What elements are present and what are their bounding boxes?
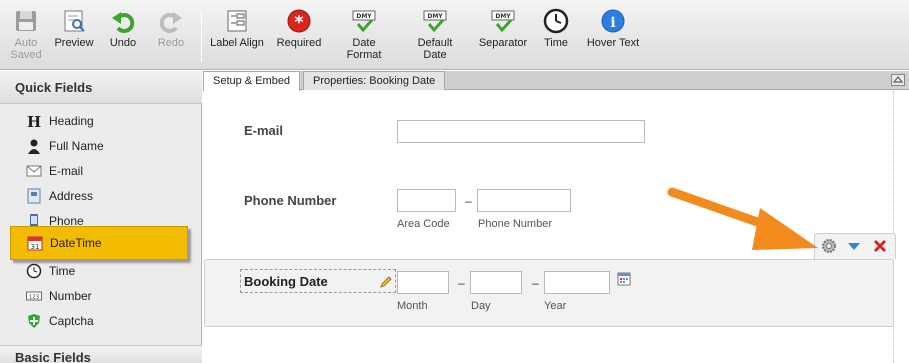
svg-text:*: * xyxy=(294,12,304,33)
address-icon xyxy=(27,188,41,204)
separator-label: Separator xyxy=(478,37,528,49)
sidebar-item-number[interactable]: 123 Number xyxy=(26,286,92,306)
undo-icon xyxy=(112,12,135,33)
redo-button[interactable]: Redo xyxy=(154,8,188,49)
sidebar-item-time[interactable]: Time xyxy=(26,261,75,281)
date-format-button[interactable]: DMY Date Format xyxy=(343,8,385,61)
time-button[interactable]: Time xyxy=(541,8,571,49)
required-asterisk-icon: * xyxy=(287,9,311,33)
svg-text:H: H xyxy=(27,113,41,129)
heading-icon: H xyxy=(27,113,41,129)
basic-fields-title: Basic Fields xyxy=(0,345,202,363)
phone-number-label: Phone Number xyxy=(244,193,337,208)
required-label: Required xyxy=(276,37,322,49)
date-dash-1: – xyxy=(458,276,465,290)
dmy-check-icon: DMY xyxy=(491,10,515,33)
month-sublabel: Month xyxy=(397,300,428,312)
number-icon: 123 xyxy=(26,291,42,301)
auto-saved-button[interactable]: Auto Saved xyxy=(9,8,43,61)
info-icon: i xyxy=(601,9,625,33)
auto-saved-label: Auto Saved xyxy=(10,37,42,61)
label-align-button[interactable]: Label Align xyxy=(209,8,265,49)
email-field[interactable] xyxy=(397,120,645,143)
separator-button[interactable]: DMY Separator xyxy=(477,8,529,49)
toolbar-divider xyxy=(201,10,202,62)
phone-number-sublabel: Phone Number xyxy=(478,218,552,230)
calendar-icon[interactable] xyxy=(617,272,631,286)
dmy-check-icon: DMY xyxy=(423,10,447,33)
sidebar-item-label: Number xyxy=(49,289,92,303)
preview-icon xyxy=(64,10,85,32)
close-icon[interactable] xyxy=(872,238,888,254)
hover-text-label: Hover Text xyxy=(586,37,640,49)
svg-text:31: 31 xyxy=(31,243,40,251)
sidebar-item-address[interactable]: Address xyxy=(26,186,93,206)
svg-text:123: 123 xyxy=(29,295,40,301)
sidebar-item-label: Address xyxy=(49,189,94,203)
dmy-check-icon: DMY xyxy=(352,10,376,33)
sidebar-item-label: Time xyxy=(49,264,76,278)
date-format-label: Date Format xyxy=(346,37,382,61)
save-disk-icon xyxy=(16,11,36,31)
chevron-down-icon[interactable] xyxy=(846,238,862,254)
sidebar-item-label: Captcha xyxy=(49,314,94,328)
clock-icon xyxy=(26,263,42,279)
hover-text-button[interactable]: i Hover Text xyxy=(585,8,641,49)
undo-button[interactable]: Undo xyxy=(106,8,140,49)
svg-text:DMY: DMY xyxy=(495,13,511,20)
pencil-icon[interactable] xyxy=(379,275,393,289)
phone-dash: – xyxy=(465,194,472,208)
year-sublabel: Year xyxy=(544,300,567,312)
default-date-label: Default Date xyxy=(417,37,453,61)
sidebar-item-captcha[interactable]: Captcha xyxy=(26,311,94,331)
tab-properties[interactable]: Properties: Booking Date xyxy=(303,71,446,90)
envelope-icon xyxy=(26,165,42,177)
day-field[interactable] xyxy=(470,271,522,294)
day-sublabel: Day xyxy=(471,300,491,312)
email-label: E-mail xyxy=(244,123,284,138)
toolbar: Auto Saved Preview Undo Redo Label Align xyxy=(0,0,909,70)
area-code-sublabel: Area Code xyxy=(397,218,450,230)
tab-strip: Setup & Embed Properties: Booking Date xyxy=(203,71,909,91)
gear-icon[interactable] xyxy=(821,238,837,254)
preview-label: Preview xyxy=(54,37,94,49)
area-code-field[interactable] xyxy=(397,189,456,212)
sidebar-item-datetime[interactable]: 31 DateTime xyxy=(10,226,188,260)
preview-button[interactable]: Preview xyxy=(52,8,96,49)
sidebar-item-heading[interactable]: H Heading xyxy=(26,111,94,131)
required-button[interactable]: * Required xyxy=(274,8,324,49)
svg-text:i: i xyxy=(610,15,615,31)
sidebar-item-label: E-mail xyxy=(49,164,84,178)
redo-label: Redo xyxy=(157,37,185,49)
phone-number-field[interactable] xyxy=(477,189,571,212)
time-label: Time xyxy=(543,37,569,49)
annotation-arrow xyxy=(667,187,818,250)
sidebar-item-label: Heading xyxy=(49,114,94,128)
date-dash-2: – xyxy=(532,276,539,290)
sidebar-item-full-name[interactable]: Full Name xyxy=(26,136,104,156)
calendar-icon: 31 xyxy=(27,236,43,251)
sidebar-item-email[interactable]: E-mail xyxy=(26,161,83,181)
label-align-icon xyxy=(227,10,247,32)
undo-label: Undo xyxy=(109,37,137,49)
sidebar: Quick Fields H Heading Full Name E-mail … xyxy=(0,71,202,363)
label-align-label: Label Align xyxy=(210,37,264,49)
quick-fields-title: Quick Fields xyxy=(0,71,202,104)
redo-icon xyxy=(159,12,182,33)
booking-date-label[interactable]: Booking Date xyxy=(240,269,396,293)
default-date-button[interactable]: DMY Default Date xyxy=(412,8,458,61)
sidebar-item-label: DateTime xyxy=(50,236,102,250)
month-field[interactable] xyxy=(397,271,449,294)
collapse-icon[interactable] xyxy=(891,74,905,86)
svg-text:DMY: DMY xyxy=(427,13,443,20)
sidebar-item-label: Full Name xyxy=(49,139,104,153)
clock-icon xyxy=(543,8,569,34)
shield-icon xyxy=(28,314,40,328)
tab-setup-embed[interactable]: Setup & Embed xyxy=(203,71,301,91)
year-field[interactable] xyxy=(544,271,610,294)
person-icon xyxy=(28,139,40,154)
svg-text:DMY: DMY xyxy=(356,13,372,20)
